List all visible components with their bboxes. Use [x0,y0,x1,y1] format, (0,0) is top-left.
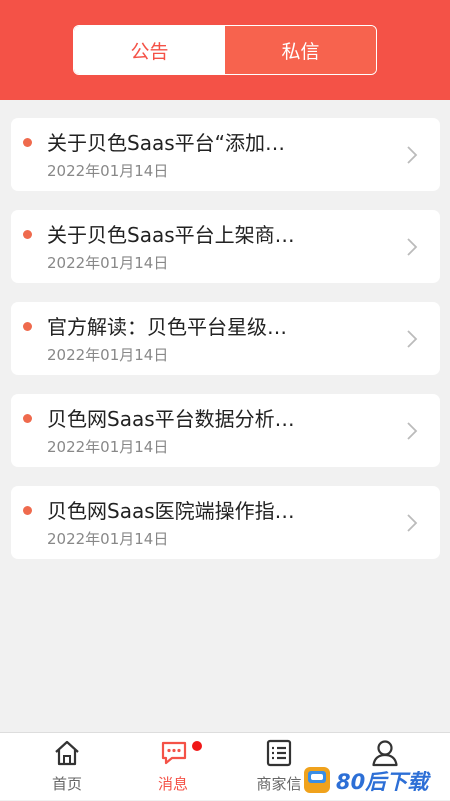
list-item[interactable]: 关于贝色Saas平台“添加… 2022年01月14日 [11,118,440,191]
unread-dot [23,230,32,239]
unread-dot [23,322,32,331]
message-title: 官方解读：贝色平台星级… [47,315,287,339]
message-icon [161,741,187,765]
chevron-right-icon [407,238,418,256]
list-item[interactable]: 贝色网Saas医院端操作指… 2022年01月14日 [11,486,440,559]
message-date: 2022年01月14日 [47,254,169,272]
chevron-right-icon [407,330,418,348]
message-title: 贝色网Saas医院端操作指… [47,499,295,523]
chevron-right-icon [407,514,418,532]
list-item[interactable]: 关于贝色Saas平台上架商… 2022年01月14日 [11,210,440,283]
notification-badge [192,741,202,751]
message-date: 2022年01月14日 [47,530,169,548]
unread-dot [23,506,32,515]
message-date: 2022年01月14日 [47,346,169,364]
tab-private-messages[interactable]: 私信 [225,26,376,74]
message-date: 2022年01月14日 [47,438,169,456]
unread-dot [23,414,32,423]
tab-label: 首页 [51,775,82,793]
chevron-right-icon [407,422,418,440]
tab-home[interactable]: 首页 [11,733,123,801]
chevron-right-icon [407,146,418,164]
list-item[interactable]: 官方解读：贝色平台星级… 2022年01月14日 [11,302,440,375]
tab-announcements[interactable]: 公告 [74,26,225,74]
message-title: 关于贝色Saas平台上架商… [47,223,295,247]
home-icon [55,740,79,766]
list-icon [266,739,292,767]
unread-dot [23,138,32,147]
message-date: 2022年01月14日 [47,162,169,180]
segmented-control: 公告 私信 [73,25,377,75]
tab-label: 消息 [157,775,188,793]
message-title: 贝色网Saas平台数据分析… [47,407,295,431]
message-title: 关于贝色Saas平台“添加… [47,131,285,155]
svg-text:80后下载: 80后下载 [336,770,431,794]
header-bar: 公告 私信 [0,0,450,100]
list-item[interactable]: 贝色网Saas平台数据分析… 2022年01月14日 [11,394,440,467]
watermark-logo: 80后下载 [304,767,431,794]
tab-messages[interactable]: 消息 [117,733,229,801]
